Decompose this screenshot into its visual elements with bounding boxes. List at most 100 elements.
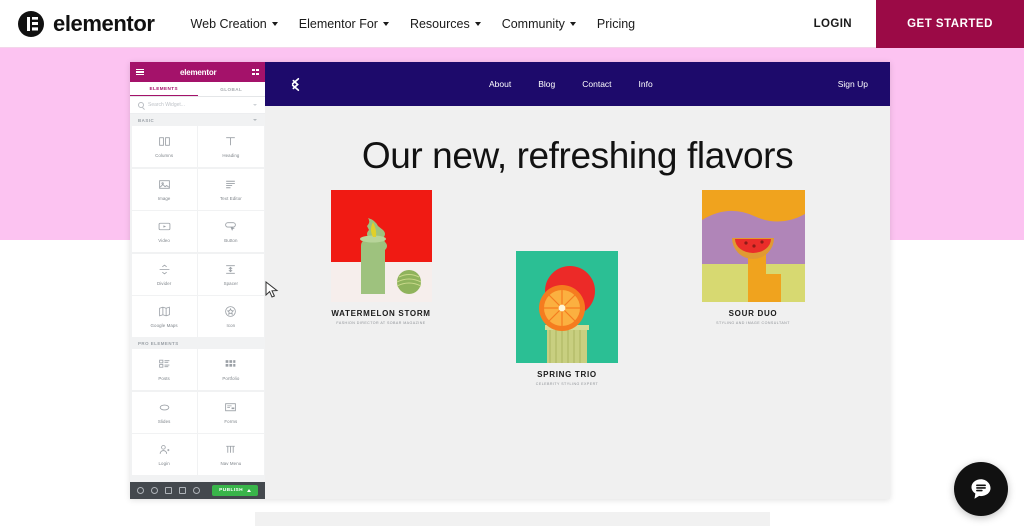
preview-link-info[interactable]: Info [639, 79, 653, 89]
preview-link-blog[interactable]: Blog [538, 79, 555, 89]
widget-divider[interactable]: Divider [131, 253, 197, 295]
widget-columns[interactable]: Columns [131, 126, 197, 167]
main-nav: Web Creation Elementor For Resources Com… [191, 17, 636, 31]
chevron-down-icon [253, 119, 257, 121]
widget-login[interactable]: Login [131, 434, 197, 475]
history-icon[interactable] [165, 487, 172, 494]
brand-logo[interactable]: elementor [18, 10, 155, 37]
product-card-watermelon-storm[interactable]: WATERMELON STORM FASHION DIRECTOR AT SOB… [283, 189, 479, 325]
nav-item-elementor-for[interactable]: Elementor For [299, 17, 389, 31]
settings-icon[interactable] [137, 487, 144, 494]
nav-item-web-creation[interactable]: Web Creation [191, 17, 278, 31]
nav-item-community[interactable]: Community [502, 17, 576, 31]
preview-link-about[interactable]: About [489, 79, 511, 89]
chevron-down-icon [382, 21, 389, 26]
sour-duo-artwork [701, 189, 805, 302]
card-title: WATERMELON STORM [331, 308, 431, 318]
preview-canvas[interactable]: About Blog Contact Info Sign Up Our new,… [265, 62, 890, 499]
grid-icon[interactable] [252, 68, 259, 76]
product-card-sour-duo[interactable]: SOUR DUO STYLING AND IMAGE CONSULTANT [655, 189, 851, 325]
nav-item-resources[interactable]: Resources [410, 17, 481, 31]
widget-label: Login [158, 461, 170, 466]
preview-signup-link[interactable]: Sign Up [838, 79, 868, 89]
spacer-icon [224, 263, 237, 276]
watermelon-storm-artwork [330, 189, 432, 302]
nav-label: Community [501, 16, 565, 31]
widget-spacer[interactable]: Spacer [198, 253, 264, 295]
widget-label: Icon [226, 323, 236, 328]
widget-icon[interactable]: Icon [198, 296, 264, 337]
widget-label: Spacer [223, 280, 239, 286]
widget-text-editor[interactable]: Text Editor [198, 168, 264, 210]
chevron-down-icon [271, 21, 278, 26]
map-icon [158, 305, 171, 318]
widget-posts[interactable]: Posts [131, 349, 197, 390]
widget-heading[interactable]: Heading [198, 126, 264, 167]
tab-elements[interactable]: ELEMENTS [130, 82, 198, 96]
search-input[interactable]: Search Widget... [148, 102, 185, 108]
site-logo-icon[interactable] [287, 76, 304, 93]
columns-icon [158, 135, 171, 148]
widget-label: Image [157, 195, 171, 201]
widget-label: Portfolio [222, 376, 240, 381]
chevron-down-icon [569, 21, 576, 26]
widget-button[interactable]: Button [198, 211, 264, 252]
panel-header: elementor [130, 62, 265, 82]
hamburger-icon[interactable] [136, 68, 144, 76]
nav-label: Pricing [596, 16, 636, 31]
widget-label: Text Editor [219, 195, 242, 201]
nav-menu-icon [224, 443, 237, 456]
widget-google-maps[interactable]: Google Maps [131, 296, 197, 337]
card-title: SPRING TRIO [537, 369, 597, 379]
widget-label: Forms [224, 418, 238, 424]
heading-icon [224, 135, 237, 148]
login-link[interactable]: LOGIN [790, 0, 876, 48]
star-icon [224, 305, 237, 318]
publish-button[interactable]: PUBLISH [212, 485, 258, 496]
panel-tabs: ELEMENTS GLOBAL [130, 82, 265, 97]
widget-grid-basic: Columns Heading Image Text Editor Video … [130, 126, 265, 337]
portfolio-icon [224, 358, 237, 371]
button-icon [224, 220, 237, 233]
panel-logo: elementor [179, 67, 217, 77]
nav-item-pricing[interactable]: Pricing [597, 17, 635, 31]
site-header: elementor Web Creation Elementor For Res… [0, 0, 1024, 48]
section-header-basic[interactable]: BASIC [130, 114, 265, 126]
widget-portfolio[interactable]: Portfolio [198, 349, 264, 390]
section-header-pro[interactable]: PRO ELEMENTS [130, 337, 265, 349]
get-started-button[interactable]: GET STARTED [876, 0, 1024, 48]
elementor-logo-icon [18, 10, 44, 37]
widget-label: Button [224, 238, 238, 243]
widget-video[interactable]: Video [131, 211, 197, 252]
hero-heading: Our new, refreshing flavors [361, 135, 794, 176]
card-subtitle: FASHION DIRECTOR AT SOBAR MAGAZINE [336, 320, 426, 325]
editor-panel: elementor ELEMENTS GLOBAL Search Widget.… [130, 62, 274, 499]
page-bottom-strip [255, 512, 770, 526]
chat-bubble-icon [968, 476, 994, 502]
widget-label: Columns [155, 153, 174, 158]
tab-global[interactable]: GLOBAL [198, 82, 266, 96]
posts-icon [158, 358, 171, 371]
card-title: SOUR DUO [728, 308, 778, 318]
widget-slides[interactable]: Slides [131, 391, 197, 433]
card-subtitle: CELEBRITY STYLING EXPERT [535, 381, 599, 386]
product-card-spring-trio[interactable]: SPRING TRIO CELEBRITY STYLING EXPERT [469, 250, 665, 386]
preview-link-contact[interactable]: Contact [582, 79, 611, 89]
section-label: PRO ELEMENTS [138, 340, 179, 346]
chevron-down-icon [474, 21, 481, 26]
widget-forms[interactable]: Forms [198, 391, 264, 433]
image-icon [158, 178, 171, 191]
panel-scroll-area[interactable]: BASIC Columns Heading Image Text Editor … [130, 114, 265, 482]
widget-nav-menu[interactable]: Nav Menu [198, 434, 264, 475]
chat-widget-button[interactable] [954, 462, 1008, 516]
responsive-icon[interactable] [179, 487, 186, 494]
panel-footer-toolbar: PUBLISH [130, 482, 265, 499]
widget-search-row[interactable]: Search Widget... [130, 97, 265, 114]
navigator-icon[interactable] [151, 487, 158, 494]
widget-image[interactable]: Image [131, 168, 197, 210]
login-icon [158, 443, 171, 456]
widget-label: Heading [222, 153, 240, 158]
nav-label: Resources [409, 16, 470, 31]
preview-icon[interactable] [193, 487, 200, 494]
product-cards: WATERMELON STORM FASHION DIRECTOR AT SOB… [265, 182, 890, 392]
